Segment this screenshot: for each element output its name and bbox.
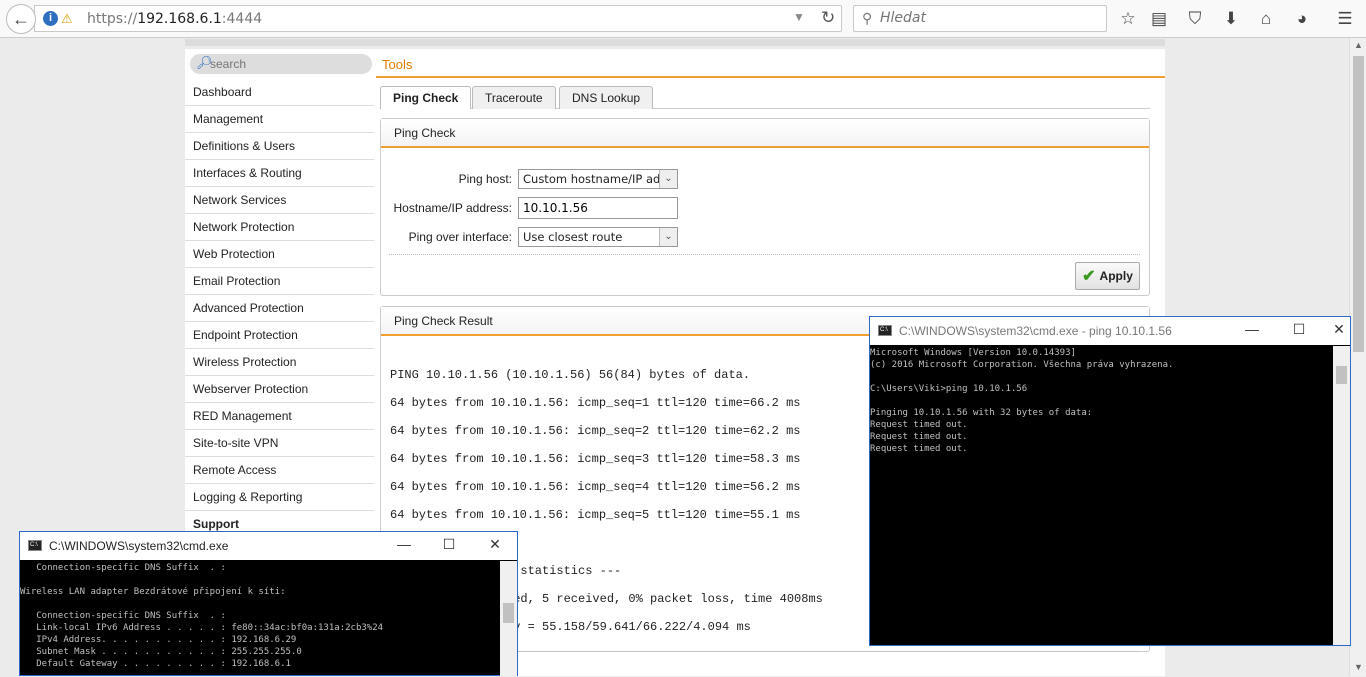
sidebar-item-red-management[interactable]: RED Management	[185, 403, 374, 430]
sidebar-item-interfaces-routing[interactable]: Interfaces & Routing	[185, 160, 374, 187]
cmd-title-bar[interactable]: C:\ C:\WINDOWS\system32\cmd.exe — ☐ ✕	[20, 532, 517, 560]
sidebar-item-remote-access[interactable]: Remote Access	[185, 457, 374, 484]
tab-traceroute[interactable]: Traceroute	[472, 86, 556, 109]
minimize-icon[interactable]: —	[1232, 321, 1272, 341]
sidebar-item-web-protection[interactable]: Web Protection	[185, 241, 374, 268]
result-line: g statistics ---	[506, 564, 622, 578]
cmd-window-ping[interactable]: C:\ C:\WINDOWS\system32\cmd.exe - ping 1…	[869, 316, 1351, 646]
sidebar-item-endpoint-protection[interactable]: Endpoint Protection	[185, 322, 374, 349]
interface-value: Use closest route	[523, 230, 623, 244]
tab-ping-check[interactable]: Ping Check	[380, 86, 472, 109]
url-text[interactable]: https://192.168.6.1:4444	[87, 11, 262, 27]
maximize-icon[interactable]: ☐	[1279, 321, 1319, 341]
minimize-icon[interactable]: —	[384, 536, 424, 556]
sidebar-search[interactable]: 🔎︎	[190, 54, 372, 74]
result-line: ev = 55.158/59.641/66.222/4.094 ms	[506, 620, 751, 634]
breadcrumb: Tools	[382, 57, 413, 72]
page-header-strip	[185, 39, 1165, 46]
back-arrow-icon: ←	[12, 8, 30, 29]
download-icon[interactable]: ⬇	[1218, 6, 1244, 32]
cmd-scroll-thumb[interactable]	[1336, 366, 1347, 384]
sidebar-item-webserver-protection[interactable]: Webserver Protection	[185, 376, 374, 403]
cmd-output[interactable]: Microsoft Windows [Version 10.0.14393] (…	[870, 347, 1333, 646]
reload-icon[interactable]: ↻	[821, 8, 835, 28]
sidebar-item-email-protection[interactable]: Email Protection	[185, 268, 374, 295]
maximize-icon[interactable]: ☐	[429, 536, 469, 556]
page-scrollbar[interactable]: ▲ ▼	[1349, 38, 1366, 676]
close-icon[interactable]: ✕	[1325, 321, 1353, 341]
chevron-down-icon: ⌄	[659, 228, 677, 246]
result-line: 64 bytes from 10.10.1.56: icmp_seq=1 ttl…	[390, 396, 801, 410]
ping-host-label: Ping host:	[458, 172, 512, 186]
ping-host-select[interactable]: Custom hostname/IP address ⌄	[518, 169, 678, 189]
back-button[interactable]: ←	[6, 4, 36, 34]
home-icon[interactable]: ⌂	[1253, 6, 1279, 32]
chevron-down-icon: ⌄	[659, 170, 677, 188]
apply-label: Apply	[1099, 269, 1133, 283]
sidebar-item-site-to-site-vpn[interactable]: Site-to-site VPN	[185, 430, 374, 457]
sidebar-item-logging-reporting[interactable]: Logging & Reporting	[185, 484, 374, 511]
info-icon[interactable]: i	[43, 11, 58, 26]
sidebar-item-network-protection[interactable]: Network Protection	[185, 214, 374, 241]
url-prefix: https://	[87, 11, 138, 27]
cmd-icon: C:\	[878, 325, 892, 336]
sidebar-item-management[interactable]: Management	[185, 106, 374, 133]
cmd-title: C:\WINDOWS\system32\cmd.exe - ping 10.10…	[899, 324, 1172, 338]
result-line: 64 bytes from 10.10.1.56: icmp_seq=5 ttl…	[390, 508, 801, 522]
warning-lock-icon[interactable]: ⚠	[61, 11, 73, 27]
cmd-icon: C:\	[28, 540, 42, 551]
extension-globe-icon[interactable]: ◕	[1289, 6, 1315, 32]
url-port: :4444	[221, 11, 263, 27]
result-line: ced, 5 received, 0% packet loss, time 40…	[506, 592, 823, 606]
scrollbar-thumb[interactable]	[1353, 56, 1364, 352]
close-icon[interactable]: ✕	[475, 536, 515, 556]
header-divider	[376, 76, 1165, 78]
tab-dns-lookup[interactable]: DNS Lookup	[559, 86, 654, 109]
interface-label: Ping over interface:	[408, 230, 512, 244]
scroll-up-icon[interactable]: ▲	[1350, 40, 1366, 50]
cmd-title-bar[interactable]: C:\ C:\WINDOWS\system32\cmd.exe - ping 1…	[870, 317, 1350, 345]
cmd-window-ipconfig[interactable]: C:\ C:\WINDOWS\system32\cmd.exe — ☐ ✕ Co…	[19, 531, 518, 676]
cmd-scroll-thumb[interactable]	[503, 603, 514, 623]
sidebar-nav: Dashboard Management Definitions & Users…	[185, 79, 374, 538]
cmd-scrollbar[interactable]	[1333, 346, 1350, 645]
search-input[interactable]	[880, 10, 1100, 26]
bookmark-star-icon[interactable]: ☆	[1115, 6, 1141, 32]
sidebar-item-network-services[interactable]: Network Services	[185, 187, 374, 214]
address-input[interactable]	[518, 197, 678, 219]
menu-icon[interactable]: ☰	[1332, 6, 1358, 32]
result-line: 64 bytes from 10.10.1.56: icmp_seq=4 ttl…	[390, 480, 801, 494]
cmd-output[interactable]: Connection-specific DNS Suffix . : Wirel…	[20, 562, 500, 677]
result-line: 64 bytes from 10.10.1.56: icmp_seq=3 ttl…	[390, 452, 801, 466]
checkmark-icon: ✔	[1082, 268, 1096, 285]
search-icon: ⚲	[862, 10, 873, 26]
interface-select[interactable]: Use closest route ⌄	[518, 227, 678, 247]
sidebar-item-definitions-users[interactable]: Definitions & Users	[185, 133, 374, 160]
sidebar-item-advanced-protection[interactable]: Advanced Protection	[185, 295, 374, 322]
ping-check-title: Ping Check	[381, 119, 1149, 148]
address-label: Hostname/IP address:	[393, 201, 512, 215]
apply-button[interactable]: ✔ Apply	[1075, 262, 1140, 290]
result-line: PING 10.10.1.56 (10.10.1.56) 56(84) byte…	[390, 368, 751, 382]
scroll-down-icon[interactable]: ▼	[1350, 662, 1366, 672]
search-bar[interactable]: ⚲	[853, 5, 1107, 32]
result-line: 64 bytes from 10.10.1.56: icmp_seq=2 ttl…	[390, 424, 801, 438]
sidebar-search-input[interactable]	[210, 57, 360, 71]
sidebar-item-wireless-protection[interactable]: Wireless Protection	[185, 349, 374, 376]
url-bar[interactable]: i ⚠ https://192.168.6.1:4444 ▼ ↻	[34, 5, 842, 32]
url-host: 192.168.6.1	[137, 11, 222, 27]
url-dropdown-icon[interactable]: ▼	[793, 10, 805, 24]
cmd-title: C:\WINDOWS\system32\cmd.exe	[49, 539, 229, 553]
ping-host-value: Custom hostname/IP address	[523, 172, 678, 186]
form-divider	[389, 254, 1140, 255]
sidebar-item-dashboard[interactable]: Dashboard	[185, 79, 374, 106]
pocket-icon[interactable]: ⛉	[1182, 6, 1208, 32]
reading-list-icon[interactable]: ▤	[1146, 6, 1172, 32]
cmd-scrollbar[interactable]	[500, 561, 517, 676]
browser-toolbar: i ⚠ https://192.168.6.1:4444 ▼ ↻ ← ⚲ ☆ ▤…	[0, 0, 1366, 38]
